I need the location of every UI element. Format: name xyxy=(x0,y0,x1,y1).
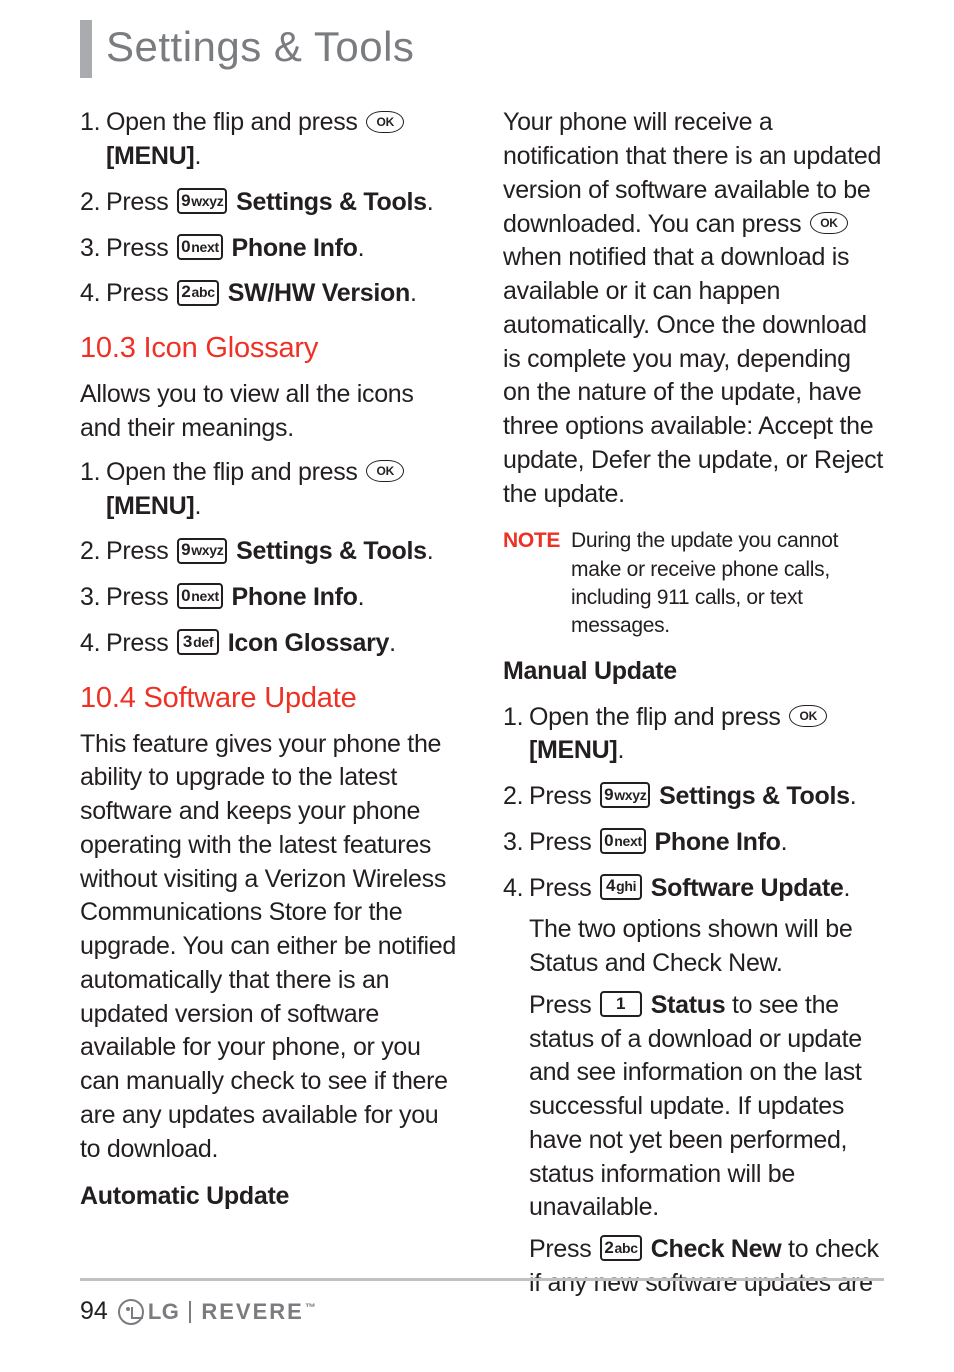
note-body: During the update you cannot make or rec… xyxy=(571,527,884,640)
step-list-c: 1. Open the flip and press OK[MENU]. 2. … xyxy=(503,701,884,1301)
step: 2. Press 9wxyz Settings & Tools. xyxy=(80,535,461,569)
auto-update-body: Your phone will receive a notification t… xyxy=(503,106,884,511)
step-body: Open the flip and press OK[MENU]. xyxy=(106,106,461,174)
step: 4. Press 4ghi Software Update. The two o… xyxy=(503,872,884,1301)
status-text: Press 1 Status to see the status of a do… xyxy=(529,989,884,1225)
step-number: 2. xyxy=(503,780,529,814)
key-0-icon: 0next xyxy=(600,828,646,854)
page-title: Settings & Tools xyxy=(106,20,414,78)
footer-divider xyxy=(189,1301,191,1323)
step-number: 3. xyxy=(80,232,106,266)
step-body: Press 9wxyz Settings & Tools. xyxy=(106,535,461,569)
step: 1. Open the flip and press OK[MENU]. xyxy=(503,701,884,769)
step-body: Press 3def Icon Glossary. xyxy=(106,627,461,661)
step: 2. Press 9wxyz Settings & Tools. xyxy=(80,186,461,220)
page-number: 94 xyxy=(80,1297,108,1326)
step-body: Press 9wxyz Settings & Tools. xyxy=(529,780,884,814)
step: 3. Press 0next Phone Info. xyxy=(503,826,884,860)
step-body: Open the flip and press OK[MENU]. xyxy=(529,701,884,769)
ok-key-icon: OK xyxy=(789,705,827,727)
page-footer: 94 LG REVERE xyxy=(80,1278,884,1326)
step-number: 2. xyxy=(80,535,106,569)
sub-heading-manual-update: Manual Update xyxy=(503,655,884,689)
title-accent-bar xyxy=(80,20,92,78)
step-body: Press 0next Phone Info. xyxy=(106,581,461,615)
lg-logo: LG xyxy=(118,1299,180,1325)
step: 4. Press 3def Icon Glossary. xyxy=(80,627,461,661)
right-column: Your phone will receive a notification t… xyxy=(503,106,884,1312)
step-number: 1. xyxy=(503,701,529,769)
step-number: 4. xyxy=(80,277,106,311)
section-heading-icon-glossary: 10.3 Icon Glossary xyxy=(80,329,461,368)
lg-face-icon xyxy=(118,1299,144,1325)
step-number: 4. xyxy=(80,627,106,661)
step-body: Press 4ghi Software Update. The two opti… xyxy=(529,872,884,1301)
step-number: 1. xyxy=(80,106,106,174)
lg-text: LG xyxy=(148,1299,180,1325)
key-4-icon: 4ghi xyxy=(600,874,642,900)
content-columns: 1. Open the flip and press OK[MENU]. 2. … xyxy=(80,106,884,1312)
key-2-icon: 2abc xyxy=(600,1235,642,1261)
step: 3. Press 0next Phone Info. xyxy=(80,232,461,266)
key-0-icon: 0next xyxy=(177,234,223,260)
key-0-icon: 0next xyxy=(177,583,223,609)
step-body: Press 0next Phone Info. xyxy=(106,232,461,266)
ok-key-icon: OK xyxy=(810,212,848,234)
sub-heading-automatic-update: Automatic Update xyxy=(80,1180,461,1214)
step-list-b: 1. Open the flip and press OK[MENU]. 2. … xyxy=(80,456,461,661)
ok-key-icon: OK xyxy=(366,460,404,482)
page-header: Settings & Tools xyxy=(80,20,884,78)
key-9-icon: 9wxyz xyxy=(177,188,227,214)
footer-rule xyxy=(80,1278,884,1281)
step: 1. Open the flip and press OK[MENU]. xyxy=(80,106,461,174)
key-9-icon: 9wxyz xyxy=(600,782,650,808)
step-number: 3. xyxy=(503,826,529,860)
step-number: 3. xyxy=(80,581,106,615)
step-list-a: 1. Open the flip and press OK[MENU]. 2. … xyxy=(80,106,461,311)
ok-key-icon: OK xyxy=(366,111,404,133)
note-label: NOTE xyxy=(503,527,571,640)
section-heading-software-update: 10.4 Software Update xyxy=(80,679,461,718)
key-1-icon: 1 xyxy=(600,991,642,1017)
section-body: This feature gives your phone the abilit… xyxy=(80,728,461,1167)
step-body: Press 9wxyz Settings & Tools. xyxy=(106,186,461,220)
step-body: Press 2abc SW/HW Version. xyxy=(106,277,461,311)
footer-line: 94 LG REVERE xyxy=(80,1297,884,1326)
note-block: NOTE During the update you cannot make o… xyxy=(503,527,884,640)
step: 3. Press 0next Phone Info. xyxy=(80,581,461,615)
step-number: 4. xyxy=(503,872,529,1301)
step: 1. Open the flip and press OK[MENU]. xyxy=(80,456,461,524)
model-name: REVERE xyxy=(201,1299,314,1325)
step: 4. Press 2abc SW/HW Version. xyxy=(80,277,461,311)
key-3-icon: 3def xyxy=(177,629,219,655)
left-column: 1. Open the flip and press OK[MENU]. 2. … xyxy=(80,106,461,1312)
after-steps-text: The two options shown will be Status and… xyxy=(529,913,884,981)
step: 2. Press 9wxyz Settings & Tools. xyxy=(503,780,884,814)
section-body: Allows you to view all the icons and the… xyxy=(80,378,461,446)
step-body: Press 0next Phone Info. xyxy=(529,826,884,860)
key-2-icon: 2abc xyxy=(177,280,219,306)
step-body: Open the flip and press OK[MENU]. xyxy=(106,456,461,524)
step-number: 1. xyxy=(80,456,106,524)
step-number: 2. xyxy=(80,186,106,220)
key-9-icon: 9wxyz xyxy=(177,538,227,564)
